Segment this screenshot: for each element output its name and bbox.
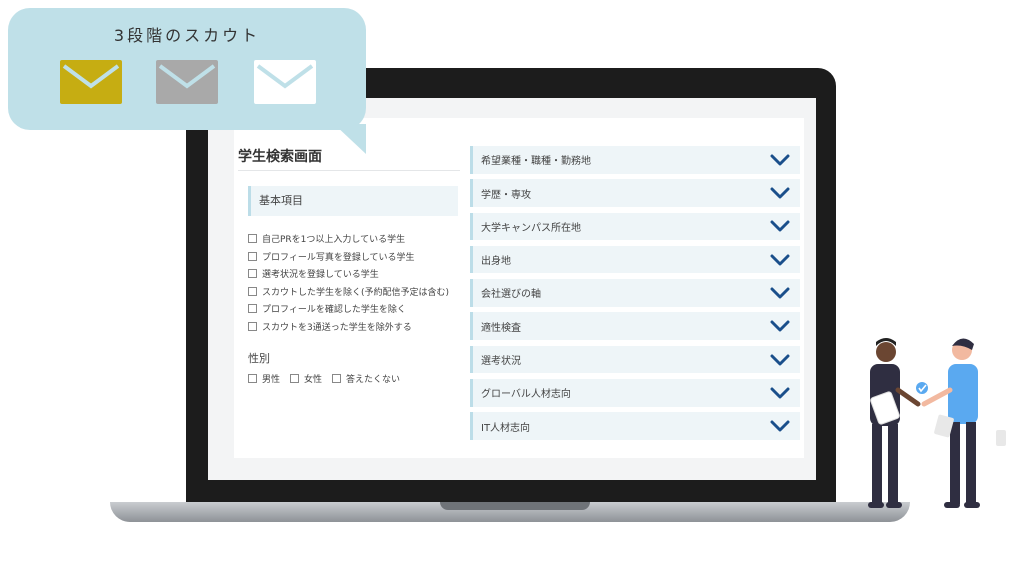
filter-label: 適性検査 bbox=[481, 322, 521, 334]
filter-label: グローバル人材志向 bbox=[481, 389, 571, 401]
filter-company-axis[interactable]: 会社選びの軸 bbox=[470, 279, 800, 307]
checkbox-label: スカウトを3通送った学生を除外する bbox=[262, 322, 412, 333]
laptop-chin bbox=[186, 480, 836, 502]
envelope-icon bbox=[156, 60, 218, 104]
checkbox-label: 自己PRを1つ以上入力している学生 bbox=[262, 235, 406, 246]
filter-label: 大学キャンパス所在地 bbox=[481, 222, 581, 234]
chevron-down-icon[interactable] bbox=[770, 287, 790, 299]
checkbox-box[interactable] bbox=[290, 374, 300, 383]
filter-hometown[interactable]: 出身地 bbox=[470, 245, 800, 274]
checkbox-box[interactable] bbox=[332, 374, 342, 383]
checkbox-box[interactable] bbox=[248, 286, 257, 296]
checkbox-label: プロフィールを確認した学生を除く bbox=[262, 305, 406, 316]
filter-selection-status[interactable]: 選考状況 bbox=[470, 345, 800, 374]
checkbox-box[interactable] bbox=[248, 234, 257, 244]
filter-education[interactable]: 学歴・専攻 bbox=[470, 179, 800, 207]
checkbox-list: 自己PRを1つ以上入力している学生 プロフィール写真を登録している学生 選考状況… bbox=[248, 230, 449, 335]
filter-it-talent[interactable]: IT人材志向 bbox=[470, 412, 800, 440]
gender-option-label: 答えたくない bbox=[346, 375, 401, 385]
checkbox-box[interactable] bbox=[248, 374, 257, 383]
checkbox-box[interactable] bbox=[248, 269, 257, 279]
bubble-tail bbox=[334, 124, 366, 154]
filter-label: 会社選びの軸 bbox=[481, 289, 541, 301]
filter-aptitude-test[interactable]: 適性検査 bbox=[470, 312, 800, 340]
speech-bubble: 3段階のスカウト bbox=[8, 8, 366, 130]
chevron-down-icon[interactable] bbox=[770, 154, 790, 166]
filter-label: 学歴・専攻 bbox=[481, 189, 531, 201]
laptop-screen: 学生検索画面 基本項目 自己PRを1つ以上入力している学生 プロフィール写真を登… bbox=[208, 98, 816, 480]
chevron-down-icon[interactable] bbox=[770, 320, 790, 332]
gender-no-answer-checkbox[interactable]: 答えたくない bbox=[332, 372, 400, 385]
filter-desired-industry[interactable]: 希望業種・職種・勤務地 bbox=[470, 146, 800, 174]
checkbox-box[interactable] bbox=[248, 251, 257, 261]
filter-campus-location[interactable]: 大学キャンパス所在地 bbox=[470, 212, 800, 241]
envelope-icon bbox=[60, 60, 122, 104]
envelope-icon bbox=[254, 60, 316, 104]
gender-label: 性別 bbox=[248, 352, 270, 365]
checkbox-label: プロフィール写真を登録している学生 bbox=[262, 252, 415, 263]
checkbox-exclude-three-scouts[interactable]: スカウトを3通送った学生を除外する bbox=[248, 318, 449, 336]
chevron-down-icon[interactable] bbox=[770, 387, 790, 399]
filter-label: IT人材志向 bbox=[481, 422, 531, 434]
checkbox-selection-status[interactable]: 選考状況を登録している学生 bbox=[248, 265, 449, 283]
checkbox-exclude-viewed[interactable]: プロフィールを確認した学生を除く bbox=[248, 300, 449, 318]
gender-option-label: 女性 bbox=[304, 375, 323, 385]
gender-male-checkbox[interactable]: 男性 bbox=[248, 372, 280, 385]
gender-female-checkbox[interactable]: 女性 bbox=[290, 372, 322, 385]
filter-accordion: 希望業種・職種・勤務地 学歴・専攻 大学キャンパス所在地 出身地 会社選びの軸 … bbox=[470, 146, 800, 446]
person-head bbox=[876, 342, 896, 362]
bubble-title: 3段階のスカウト bbox=[113, 26, 261, 45]
filter-label: 選考状況 bbox=[481, 356, 521, 368]
filter-global-talent[interactable]: グローバル人材志向 bbox=[470, 379, 800, 407]
page-title: 学生検索画面 bbox=[238, 149, 322, 165]
filter-label: 希望業種・職種・勤務地 bbox=[481, 156, 591, 168]
checkbox-exclude-scouted[interactable]: スカウトした学生を除く(予約配信予定は含む) bbox=[248, 283, 449, 301]
checkbox-label: スカウトした学生を除く(予約配信予定は含む) bbox=[262, 287, 450, 298]
chevron-down-icon[interactable] bbox=[770, 420, 790, 432]
filter-label: 出身地 bbox=[481, 256, 511, 268]
title-divider bbox=[238, 170, 460, 171]
checkbox-self-pr[interactable]: 自己PRを1つ以上入力している学生 bbox=[248, 230, 449, 248]
gender-option-label: 男性 bbox=[262, 375, 281, 385]
chevron-down-icon[interactable] bbox=[770, 354, 790, 366]
student-search-panel: 学生検索画面 基本項目 自己PRを1つ以上入力している学生 プロフィール写真を登… bbox=[234, 118, 804, 458]
handshake-illustration bbox=[868, 338, 1006, 508]
chevron-down-icon[interactable] bbox=[770, 187, 790, 199]
checkbox-profile-photo[interactable]: プロフィール写真を登録している学生 bbox=[248, 248, 449, 266]
laptop-notch bbox=[440, 502, 590, 510]
chevron-down-icon[interactable] bbox=[770, 254, 790, 266]
checkbox-box[interactable] bbox=[248, 304, 257, 314]
chevron-down-icon[interactable] bbox=[770, 220, 790, 232]
checkbox-box[interactable] bbox=[248, 321, 257, 331]
section-basic-items: 基本項目 bbox=[248, 186, 458, 216]
gender-options: 男性 女性 答えたくない bbox=[248, 372, 410, 385]
checkbox-label: 選考状況を登録している学生 bbox=[262, 270, 379, 281]
